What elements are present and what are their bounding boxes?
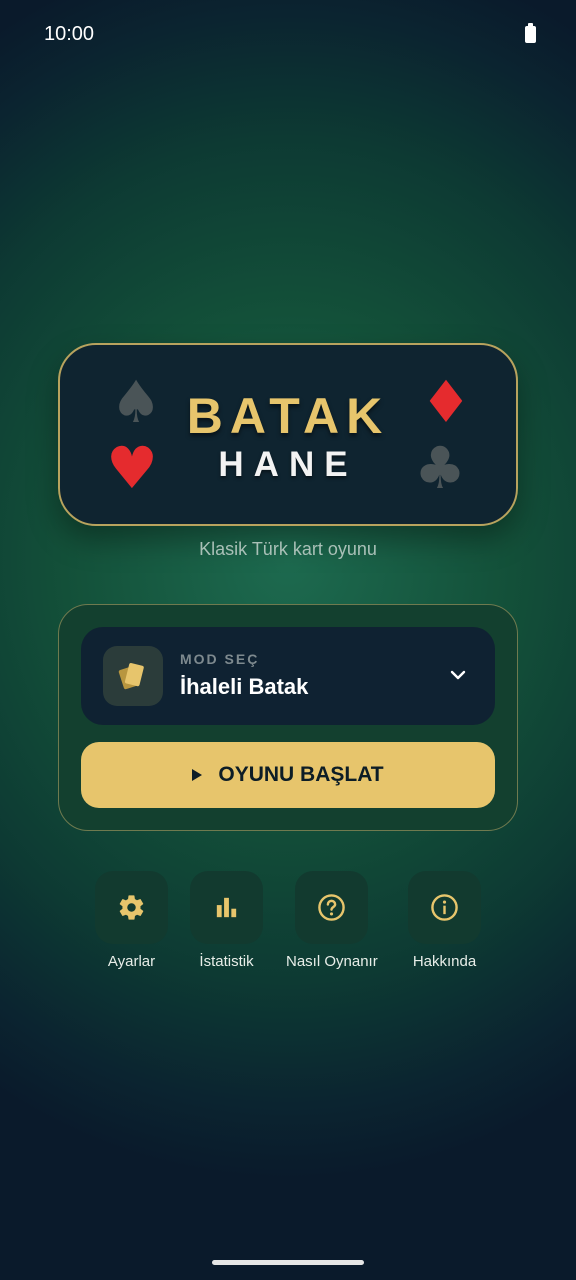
menu-settings[interactable]: Ayarlar (95, 871, 168, 970)
status-bar: 10:00 (0, 0, 576, 68)
battery-icon (525, 23, 536, 43)
bar-chart-icon (216, 897, 237, 918)
start-game-label: OYUNU BAŞLAT (218, 763, 384, 786)
tagline: Klasik Türk kart oyunu (199, 539, 377, 559)
how-to-play-button[interactable] (295, 871, 369, 944)
mode-select[interactable]: MOD SEÇ İhaleli Batak (81, 627, 495, 725)
menu-how-to-play[interactable]: Nasıl Oynanır (286, 871, 378, 970)
about-button[interactable] (408, 871, 481, 944)
start-game-button[interactable]: OYUNU BAŞLAT (81, 742, 495, 808)
info-icon (431, 894, 458, 921)
mode-panel: MOD SEÇ İhaleli Batak OYUNU BAŞLAT (58, 604, 518, 831)
menu-label-statistics: İstatistik (199, 953, 254, 970)
help-icon (318, 894, 346, 921)
cards-icon (103, 646, 163, 706)
menu-label-about: Hakkında (412, 953, 477, 970)
menu-label-settings: Ayarlar (107, 953, 156, 970)
chevron-down-icon (450, 670, 466, 680)
home-indicator[interactable] (212, 1260, 364, 1265)
logo-subtitle: HANE (218, 445, 358, 484)
gear-icon (119, 895, 144, 920)
menu-statistics[interactable]: İstatistik (190, 871, 263, 970)
statistics-button[interactable] (190, 871, 263, 944)
menu-label-how-to-play: Nasıl Oynanır (286, 953, 378, 970)
mode-value: İhaleli Batak (180, 674, 309, 699)
settings-button[interactable] (95, 871, 168, 944)
status-time: 10:00 (44, 23, 95, 45)
logo-card: ♠ ♦ ♥ ♣ BATAK HANE (58, 343, 518, 526)
logo-title: BATAK (186, 388, 390, 444)
mode-label: MOD SEÇ (180, 651, 260, 667)
menu-about[interactable]: Hakkında (408, 871, 481, 970)
play-icon (192, 769, 203, 781)
